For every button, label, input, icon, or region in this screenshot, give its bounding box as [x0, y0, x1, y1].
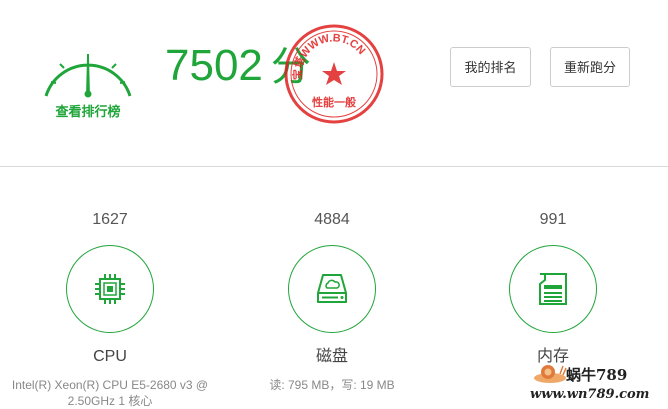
star-icon	[322, 62, 346, 85]
cpu-score: 1627	[92, 211, 128, 228]
watermark-name: 蜗牛789	[566, 366, 628, 384]
memory-score: 991	[539, 211, 567, 228]
disk-icon-circle	[288, 245, 376, 333]
cpu-card: 1627 CPU Intel(R) Xeon(R) CPU E5-2680 v3…	[12, 210, 208, 409]
performance-stamp: 宝塔WWW.BT.CN 性能一般	[284, 24, 384, 124]
disk-score: 4884	[314, 211, 350, 228]
memory-icon	[539, 273, 567, 305]
my-rank-button[interactable]: 我的排名	[450, 47, 531, 87]
watermark-url: www.wn789.com	[530, 387, 650, 402]
cpu-icon	[95, 274, 125, 304]
leaderboard-link[interactable]: 查看排行榜	[38, 101, 138, 120]
score-value: 7502	[165, 41, 263, 90]
disk-icon	[317, 274, 347, 303]
cpu-icon-circle	[66, 245, 154, 333]
disk-label: 磁盘	[315, 348, 348, 365]
rerun-benchmark-button[interactable]: 重新跑分	[550, 47, 630, 87]
speedometer-icon	[44, 54, 132, 98]
snail-logo-icon	[534, 365, 567, 383]
disk-card: 4884 磁盘 读: 795 MB，写: 19 MB	[252, 210, 412, 393]
disk-description: 读: 795 MB，写: 19 MB	[269, 378, 395, 392]
cpu-label: CPU	[93, 348, 127, 365]
memory-icon-circle	[509, 245, 597, 333]
benchmark-summary: 查看排行榜 7502 分 宝塔WWW.BT.CN 性能一般 我的排名 重新跑分	[0, 0, 668, 167]
section-divider	[0, 166, 668, 167]
stamp-bottom-text: 性能一般	[312, 95, 356, 109]
cpu-description: Intel(R) Xeon(R) CPU E5-2680 v3 @ 2.50GH…	[11, 378, 209, 408]
memory-card: 991 内存	[473, 210, 633, 377]
